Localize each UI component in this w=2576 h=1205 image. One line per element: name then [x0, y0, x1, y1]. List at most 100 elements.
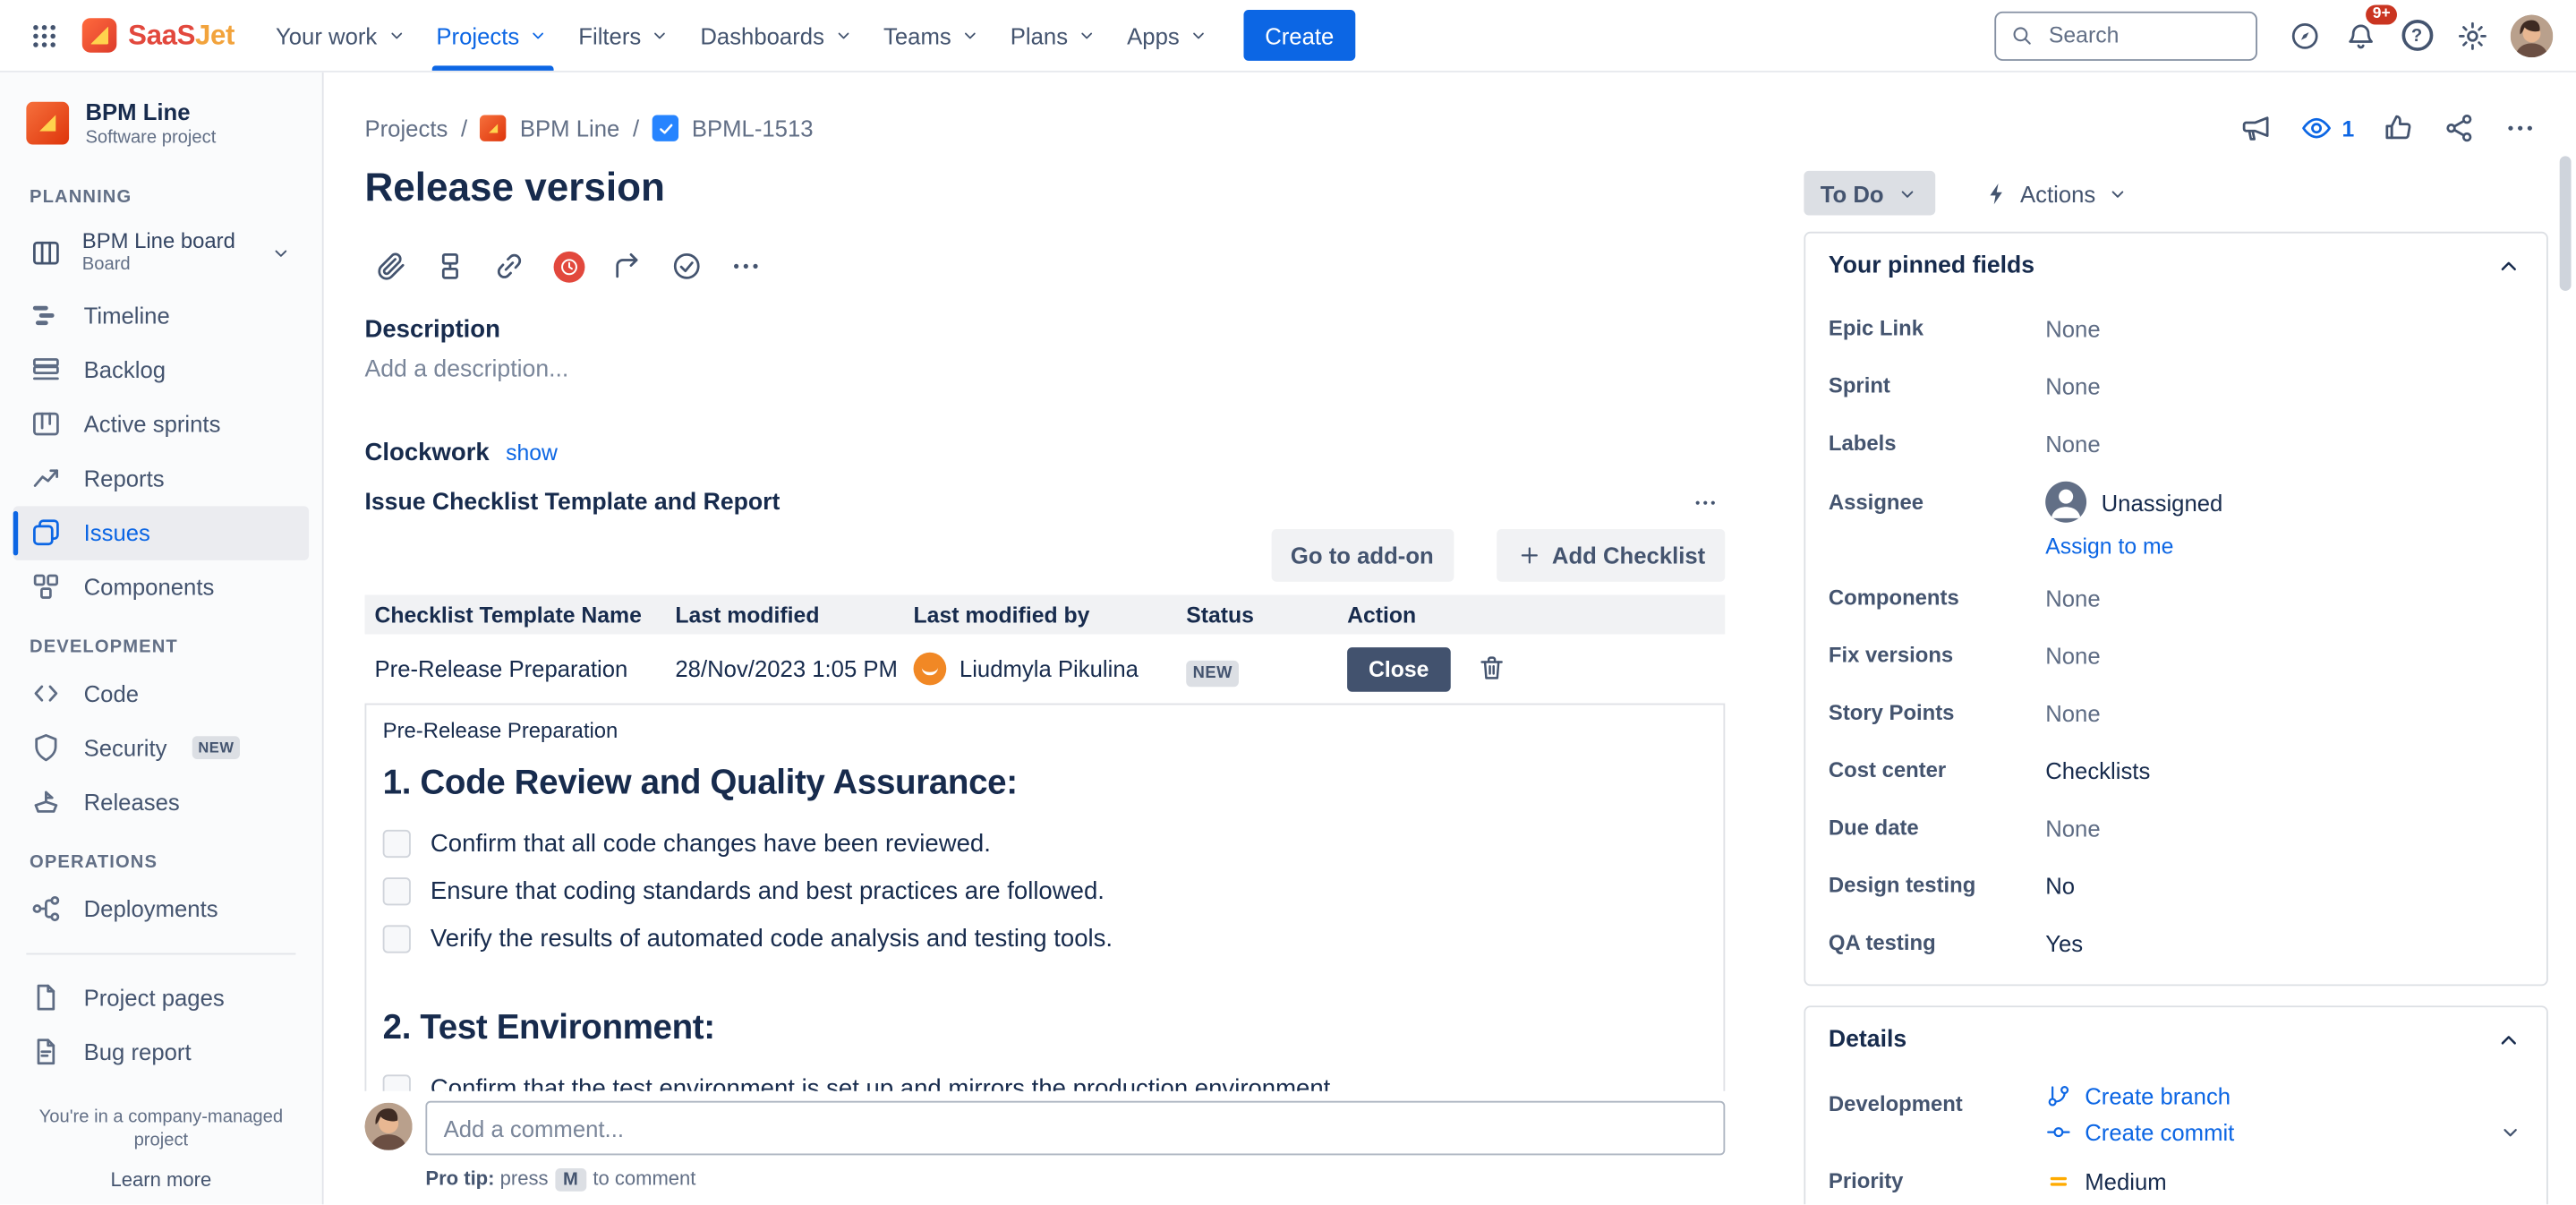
sidebar-item-board[interactable]: BPM Line board Board [13, 217, 309, 289]
page-scrollbar[interactable] [2560, 156, 2572, 291]
priority-medium-icon [2045, 1167, 2071, 1193]
description-placeholder[interactable]: Add a description... [364, 356, 1725, 382]
go-to-addon-button[interactable]: Go to add-on [1271, 529, 1454, 582]
chevron-down-icon [1895, 182, 1918, 205]
status-dropdown[interactable]: To Do [1804, 171, 1934, 216]
development-expand-button[interactable] [2497, 1119, 2523, 1145]
field-row-labels: LabelsNone [1829, 414, 2523, 472]
chevron-down-icon [649, 25, 670, 47]
nav-item-apps[interactable]: Apps [1113, 0, 1224, 71]
checkbox[interactable] [383, 926, 411, 953]
sidebar-item-bug-report[interactable]: Bug report [13, 1025, 309, 1080]
description-label: Description [364, 316, 1725, 344]
sidebar-item-components[interactable]: Components [13, 560, 309, 615]
nav-item-filters[interactable]: Filters [564, 0, 686, 71]
breadcrumb-project-link[interactable]: BPM Line [520, 115, 619, 141]
sidebar-item-timeline[interactable]: Timeline [13, 289, 309, 344]
settings-button[interactable] [2448, 11, 2497, 60]
breadcrumb-issue-key[interactable]: BPML-1513 [692, 115, 814, 141]
add-child-issue-button[interactable] [424, 240, 477, 293]
sidebar-item-releases[interactable]: Releases [13, 775, 309, 830]
chevron-down-icon[interactable] [269, 241, 293, 264]
chevron-up-icon [2494, 1025, 2523, 1055]
nav-item-projects[interactable]: Projects [422, 0, 564, 71]
field-row-qa-testing: QA testingYes [1829, 914, 2523, 971]
search-input[interactable] [2045, 21, 2242, 49]
help-button[interactable]: ? [2392, 11, 2441, 60]
feedback-button[interactable] [2240, 112, 2273, 145]
learn-more-link[interactable]: Learn more [0, 1169, 322, 1192]
project-header[interactable]: BPM Line Software project [0, 73, 322, 164]
watch-button[interactable]: 1 [2301, 112, 2355, 145]
paperclip-icon [374, 250, 407, 283]
field-row-sprint: SprintNone [1829, 356, 2523, 414]
check-circle-app-button[interactable] [661, 240, 713, 293]
sidebar-item-code[interactable]: Code [13, 667, 309, 722]
corner-arrow-app-button[interactable] [601, 240, 654, 293]
nav-item-your-work[interactable]: Your work [260, 0, 421, 71]
managed-project-note: You're in a company-managed project [20, 1106, 303, 1152]
nav-item-plans[interactable]: Plans [995, 0, 1112, 71]
add-checklist-button[interactable]: Add Checklist [1496, 529, 1725, 582]
discover-button[interactable] [2281, 11, 2330, 60]
link-issue-button[interactable] [483, 240, 536, 293]
create-button[interactable]: Create [1243, 10, 1355, 61]
actions-dropdown[interactable]: Actions [1984, 180, 2128, 206]
git-commit-icon [2045, 1119, 2071, 1145]
close-checklist-button[interactable]: Close [1347, 646, 1450, 691]
search-box[interactable] [1994, 11, 2257, 60]
comment-input[interactable] [425, 1101, 1725, 1156]
clockwork-app-button[interactable] [542, 240, 595, 293]
checklist-table-header: Checklist Template Name Last modified La… [364, 595, 1725, 635]
saasjet-logo[interactable]: SaaSJet [82, 18, 235, 53]
sidebar-item-deployments[interactable]: Deployments [13, 882, 309, 936]
delete-checklist-button[interactable] [1477, 654, 1506, 684]
sidebar-item-issues[interactable]: Issues [13, 506, 309, 560]
issue-side-panel: 1 To Do Actions Your pinned fields [1791, 73, 2576, 1205]
sidebar-item-active-sprints[interactable]: Active sprints [13, 397, 309, 452]
user-avatar[interactable] [2511, 14, 2554, 57]
app-switcher-button[interactable] [20, 11, 69, 60]
sidebar-item-reports[interactable]: Reports [13, 451, 309, 506]
watch-count: 1 [2341, 115, 2354, 141]
attach-button[interactable] [364, 240, 417, 293]
keyboard-key-m: M [555, 1168, 586, 1192]
more-actions-button[interactable] [720, 240, 772, 293]
current-user-avatar [364, 1103, 412, 1150]
create-commit-link[interactable]: Create commit [2045, 1119, 2234, 1145]
checkbox[interactable] [383, 877, 411, 905]
breadcrumb-projects-link[interactable]: Projects [364, 115, 448, 141]
chevron-down-icon [832, 25, 854, 47]
status-badge: NEW [1186, 660, 1239, 686]
nav-item-dashboards[interactable]: Dashboards [686, 0, 869, 71]
checkbox[interactable] [383, 830, 411, 858]
details-header[interactable]: Details [1805, 1007, 2546, 1073]
chevron-down-icon [527, 25, 549, 47]
more-button[interactable] [2503, 112, 2537, 145]
checklist-more-button[interactable] [1685, 483, 1725, 523]
checklist-detail-title: Pre-Release Preparation [383, 718, 1707, 743]
create-branch-link[interactable]: Create branch [2045, 1083, 2231, 1109]
comment-bar: Pro tip: pressMto comment [324, 1091, 1791, 1205]
checklist-item: Ensure that coding standards and best pr… [383, 877, 1707, 905]
assign-to-me-link[interactable]: Assign to me [2045, 534, 2173, 560]
user-avatar-photo [2511, 14, 2554, 57]
checklist-section-heading: 2. Test Environment: [383, 1009, 1707, 1048]
sidebar-item-project-pages[interactable]: Project pages [13, 970, 309, 1025]
modifier-avatar [914, 653, 947, 686]
clockwork-show-link[interactable]: show [506, 440, 558, 466]
chevron-down-icon [960, 25, 981, 47]
pinned-fields-header[interactable]: Your pinned fields [1805, 234, 2546, 299]
checklist-item: Verify the results of automated code ana… [383, 926, 1707, 953]
issue-title[interactable]: Release version [364, 165, 1725, 214]
notifications-button[interactable]: 9+ [2336, 11, 2385, 60]
share-button[interactable] [2443, 112, 2476, 145]
sidebar-item-security[interactable]: Security NEW [13, 721, 309, 775]
unassigned-avatar-icon [2045, 482, 2086, 523]
sidebar-item-backlog[interactable]: Backlog [13, 343, 309, 397]
nav-item-teams[interactable]: Teams [868, 0, 995, 71]
vote-button[interactable] [2382, 112, 2415, 145]
trash-icon [1477, 654, 1506, 684]
compass-icon [2289, 19, 2322, 52]
checklist-section-heading: 1. Code Review and Quality Assurance: [383, 765, 1707, 804]
